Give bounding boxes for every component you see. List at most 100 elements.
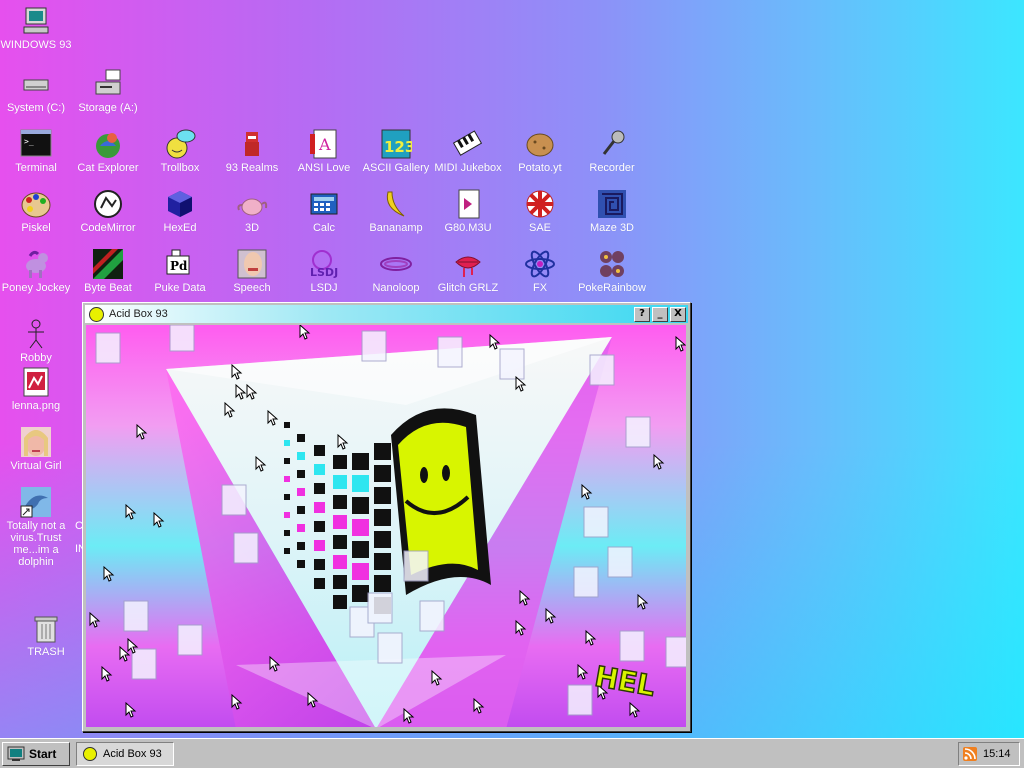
image-file-icon <box>20 366 52 398</box>
desktop-icon-bananamp[interactable]: Bananamp <box>360 188 432 234</box>
icon-label: Trollbox <box>160 162 200 174</box>
desktop-icon-sae[interactable]: SAE <box>504 188 576 234</box>
icon-label: 3D <box>244 222 260 234</box>
window-title: Acid Box 93 <box>109 308 168 320</box>
svg-text:Pd: Pd <box>170 259 188 273</box>
pokemon-sprites-icon <box>596 248 628 280</box>
close-button[interactable]: X <box>670 306 686 322</box>
desktop-icon-recorder[interactable]: Recorder <box>576 128 648 174</box>
icon-label: ANSI Love <box>297 162 351 174</box>
desktop: WINDOWS 93 System (C:) Storage (A:) >_ T… <box>0 0 1024 738</box>
desktop-icon-nanoloop[interactable]: Nanoloop <box>360 248 432 294</box>
desktop-icon-cat-explorer[interactable]: Cat Explorer <box>72 128 144 174</box>
svg-text:A: A <box>318 135 331 154</box>
icon-label: Poney Jockey <box>1 282 71 294</box>
cat-mirror-icon <box>92 188 124 220</box>
smiley-icon <box>83 747 97 761</box>
desktop-icon-puke-data[interactable]: Pd Puke Data <box>144 248 216 294</box>
maze-icon <box>596 188 628 220</box>
icon-label: CodeMirror <box>80 222 136 234</box>
desktop-icon-windows93[interactable]: WINDOWS 93 <box>0 5 72 51</box>
paint-palette-icon <box>20 188 52 220</box>
desktop-icon-ascii-gallery[interactable]: 123 ASCII Gallery <box>360 128 432 174</box>
desktop-icon-dolphin[interactable]: Totally not a virus.Trust me...im a dolp… <box>0 486 72 568</box>
help-button[interactable]: ? <box>634 306 650 322</box>
desktop-icon-piskel[interactable]: Piskel <box>0 188 72 234</box>
desktop-icon-codemirror[interactable]: CodeMirror <box>72 188 144 234</box>
icon-label: SAE <box>528 222 551 234</box>
icon-label: TRASH <box>27 646 65 658</box>
desktop-icon-g80[interactable]: G80.M3U <box>432 188 504 234</box>
start-button[interactable]: Start <box>2 742 70 766</box>
desktop-icon-storage-a[interactable]: Storage (A:) <box>72 68 144 114</box>
calculator-icon <box>308 188 340 220</box>
floppy-drive-icon <box>92 68 124 100</box>
acid-box-window[interactable]: Acid Box 93 ? _ X HEL <box>82 302 691 732</box>
terminal-icon: >_ <box>20 128 52 160</box>
icon-label: Maze 3D <box>589 222 635 234</box>
desktop-icon-system-c[interactable]: System (C:) <box>0 68 72 114</box>
cat-globe-icon <box>92 128 124 160</box>
icon-label: Cat Explorer <box>77 162 139 174</box>
desktop-icon-poney-jockey[interactable]: Poney Jockey <box>0 248 72 294</box>
minimize-button[interactable]: _ <box>652 306 668 322</box>
ansi-document-icon: A <box>308 128 340 160</box>
icon-label: 93 Realms <box>225 162 279 174</box>
desktop-icon-pokerainbow[interactable]: PokeRainbow <box>576 248 648 294</box>
pony-icon <box>20 248 52 280</box>
icon-label: MIDI Jukebox <box>434 162 502 174</box>
smiley-icon <box>89 306 104 322</box>
piano-keys-icon <box>452 128 484 160</box>
lsdj-logo-icon: LSDJ <box>308 248 340 280</box>
icon-label: Calc <box>312 222 335 234</box>
desktop-icon-midi-jukebox[interactable]: MIDI Jukebox <box>432 128 504 174</box>
desktop-icon-robby[interactable]: Robby <box>0 318 72 364</box>
windows-logo-icon <box>7 746 25 761</box>
acid-box-canvas[interactable]: HEL <box>86 325 686 727</box>
desktop-icon-93-realms[interactable]: 93 Realms <box>216 128 288 174</box>
desktop-icon-potato[interactable]: Potato.yt <box>504 128 576 174</box>
desktop-icon-terminal[interactable]: >_ Terminal <box>0 128 72 174</box>
microphone-icon <box>596 128 628 160</box>
rss-feed-icon[interactable] <box>963 747 977 761</box>
icon-label: lenna.png <box>11 400 61 412</box>
icon-label: Piskel <box>21 222 51 234</box>
start-label: Start <box>29 747 57 761</box>
icon-label: LSDJ <box>310 282 338 294</box>
computer-icon <box>20 5 52 37</box>
desktop-icon-byte-beat[interactable]: Byte Beat <box>72 248 144 294</box>
desktop-icon-lsdj[interactable]: LSDJ LSDJ <box>288 248 360 294</box>
desktop-icon-3d[interactable]: 3D <box>216 188 288 234</box>
checkered-ball-icon <box>524 188 556 220</box>
desktop-icon-glitch-grlz[interactable]: Glitch GRLZ <box>432 248 504 294</box>
desktop-icon-virtual-girl[interactable]: Virtual Girl <box>0 426 72 472</box>
window-titlebar[interactable]: Acid Box 93 ? _ X <box>85 305 688 323</box>
icon-label: Byte Beat <box>84 282 132 294</box>
desktop-icon-fx[interactable]: FX <box>504 248 576 294</box>
atom-icon <box>524 248 556 280</box>
desktop-icon-calc[interactable]: Calc <box>288 188 360 234</box>
icon-label: ASCII Gallery <box>362 162 430 174</box>
desktop-icon-ansi-love[interactable]: A ANSI Love <box>288 128 360 174</box>
icon-label: Robby <box>20 352 52 364</box>
svg-text:123: 123 <box>384 138 412 156</box>
desktop-icon-hexed[interactable]: HexEd <box>144 188 216 234</box>
taskbar-item-label: Acid Box 93 <box>103 748 162 760</box>
taskbar-item-acid-box[interactable]: Acid Box 93 <box>76 742 174 766</box>
desktop-icon-trollbox[interactable]: Trollbox <box>144 128 216 174</box>
desktop-icon-lenna[interactable]: lenna.png <box>0 366 72 412</box>
desktop-icon-trash[interactable]: TRASH <box>10 612 82 658</box>
icon-label: Puke Data <box>154 282 206 294</box>
desktop-icon-speech[interactable]: Speech <box>216 248 288 294</box>
knight-icon <box>236 128 268 160</box>
potato-icon <box>524 128 556 160</box>
ascii-123-icon: 123 <box>380 128 415 160</box>
system-tray: 15:14 <box>958 742 1020 766</box>
icon-label: Potato.yt <box>518 162 562 174</box>
desktop-icon-maze3d[interactable]: Maze 3D <box>576 188 648 234</box>
icon-label: System (C:) <box>6 102 66 114</box>
icon-label: FX <box>532 282 548 294</box>
icon-label: Totally not a virus.Trust me...im a dolp… <box>6 520 66 568</box>
dolphin-shortcut-icon <box>20 486 52 518</box>
icon-label: Speech <box>233 282 271 294</box>
